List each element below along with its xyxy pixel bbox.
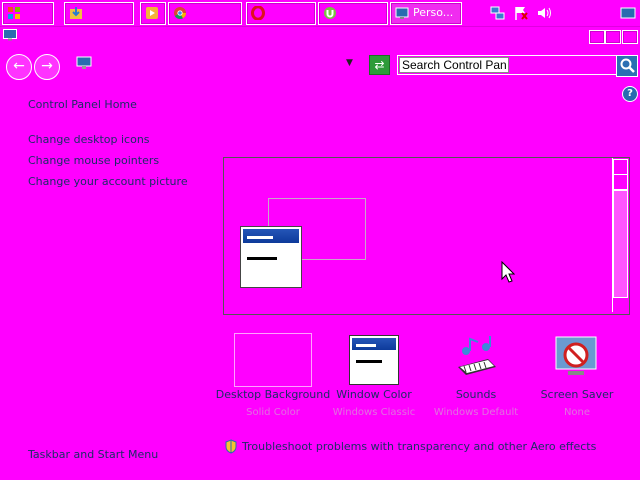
taskbar-personalization-label: Perso...	[413, 6, 454, 19]
forward-arrow-icon: →	[41, 58, 53, 74]
start-button[interactable]	[2, 2, 54, 25]
change-account-picture-link[interactable]: Change your account picture	[28, 175, 188, 188]
media-player-icon	[146, 7, 158, 19]
back-button[interactable]: ←	[6, 54, 32, 80]
desktop-background-thumbnail[interactable]	[234, 333, 312, 387]
scroll-track-segment[interactable]	[613, 174, 628, 190]
address-bar[interactable]	[70, 54, 362, 74]
scroll-thumb[interactable]	[613, 190, 628, 298]
search-icon[interactable]	[616, 55, 638, 77]
address-dropdown-icon[interactable]: ▼	[346, 58, 353, 68]
aero-troubleshoot-link[interactable]: Troubleshoot problems with transparency …	[224, 439, 596, 454]
change-mouse-pointers-link[interactable]: Change mouse pointers	[28, 154, 159, 167]
action-center-flag-icon[interactable]	[513, 5, 529, 21]
screen-saver-item[interactable]: Screen Saver None	[517, 388, 637, 418]
minimize-button[interactable]	[589, 30, 605, 44]
maximize-button[interactable]	[605, 30, 621, 44]
opera-icon	[251, 6, 265, 20]
refresh-button[interactable]: ⇄	[369, 55, 390, 75]
taskbar-chrome-button[interactable]	[168, 2, 242, 25]
search-box[interactable]	[397, 55, 619, 75]
display-icon	[76, 56, 92, 69]
taskbar: Perso...	[0, 0, 640, 27]
shield-icon	[225, 439, 237, 454]
screen-saver-icon[interactable]	[552, 333, 600, 385]
screen-saver-label: Screen Saver	[540, 388, 614, 401]
utorrent-icon	[324, 7, 336, 19]
windows-logo-icon	[8, 7, 20, 19]
taskbar-media-player-button[interactable]	[140, 2, 166, 25]
refresh-icon: ⇄	[374, 58, 385, 72]
help-button[interactable]: ?	[622, 86, 638, 102]
personalization-icon	[395, 7, 409, 19]
chrome-icon	[174, 7, 186, 20]
window-app-icon	[3, 29, 17, 41]
taskbar-utorrent-button[interactable]	[318, 2, 388, 25]
active-window-preview	[240, 226, 302, 288]
close-button[interactable]	[622, 30, 638, 44]
taskbar-personalization-button[interactable]: Perso...	[390, 2, 462, 25]
control-panel-home-link[interactable]: Control Panel Home	[28, 98, 137, 111]
mouse-cursor-icon	[501, 261, 515, 283]
window-color-icon[interactable]	[349, 335, 399, 385]
screen-saver-value: None	[563, 407, 591, 418]
scroll-up-arrow[interactable]	[613, 159, 628, 175]
taskbar-opera-button[interactable]	[246, 2, 316, 25]
sounds-icon[interactable]	[452, 333, 500, 385]
network-icon[interactable]	[490, 5, 506, 21]
volume-icon[interactable]	[536, 5, 552, 21]
forward-button[interactable]: →	[34, 54, 60, 80]
aero-troubleshoot-label: Troubleshoot problems with transparency …	[242, 440, 597, 453]
change-desktop-icons-link[interactable]: Change desktop icons	[28, 133, 150, 146]
search-input[interactable]	[399, 57, 509, 73]
taskbar-start-menu-link[interactable]: Taskbar and Start Menu	[28, 448, 158, 461]
download-folder-icon	[70, 7, 82, 19]
taskbar-explorer-button[interactable]	[64, 2, 134, 25]
back-arrow-icon: ←	[13, 58, 25, 74]
show-desktop-icon[interactable]	[620, 5, 636, 21]
